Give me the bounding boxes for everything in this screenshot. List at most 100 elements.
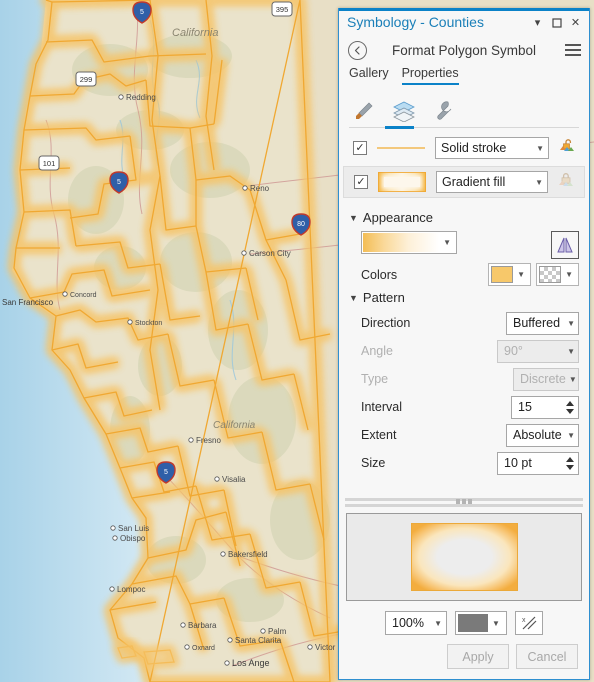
chevron-down-icon: ▼ [536, 143, 544, 153]
primary-color-swatch [491, 266, 514, 283]
svg-text:5: 5 [140, 9, 144, 16]
svg-text:Palm: Palm [268, 627, 287, 636]
secondary-color-swatch [539, 266, 562, 283]
panel-dropdown-icon[interactable]: ▾ [528, 13, 547, 32]
symbol-icon-tabs [339, 92, 589, 130]
cancel-button[interactable]: Cancel [516, 644, 578, 669]
flip-ramp-button[interactable] [551, 231, 579, 259]
svg-text:Concord: Concord [70, 292, 97, 299]
direction-dropdown[interactable]: Buffered ▼ [506, 311, 579, 335]
color-locked-icon[interactable] [556, 171, 576, 193]
field-label-size: Size [361, 456, 386, 470]
layers-icon[interactable] [391, 98, 417, 124]
interval-stepper[interactable]: 15 [511, 395, 579, 419]
svg-text:101: 101 [43, 159, 56, 168]
chevron-down-icon: ▼ [443, 238, 451, 247]
preview-background-swatch [458, 614, 489, 632]
pattern-field-direction: Direction Buffered ▼ [339, 309, 589, 337]
panel-maximize-icon[interactable] [547, 13, 566, 32]
color-unlocked-icon[interactable] [557, 137, 577, 159]
svg-text:Los Ange: Los Ange [232, 658, 270, 668]
chevron-down-icon: ▼ [434, 618, 443, 628]
layer-row-stroke[interactable]: ✓ Solid stroke ▼ [343, 132, 585, 164]
tab-gallery[interactable]: Gallery [349, 66, 389, 85]
color-ramp-dropdown[interactable]: ▼ [361, 231, 457, 254]
svg-text:Carson City: Carson City [249, 249, 291, 258]
pattern-section-header[interactable]: ▼ Pattern [339, 286, 589, 309]
field-label-direction: Direction [361, 316, 411, 330]
svg-text:San Luis: San Luis [118, 524, 149, 533]
preview-zoom-dropdown[interactable]: 100% ▼ [385, 611, 448, 635]
pattern-field-size: Size 10 pt [339, 449, 589, 477]
map-label: Carson City [241, 249, 291, 258]
hamburger-menu-icon[interactable] [565, 41, 581, 59]
color-ramp-row: ▼ [339, 229, 589, 259]
type-dropdown: Discrete ▼ [513, 367, 579, 391]
svg-text:Stockton: Stockton [135, 320, 162, 327]
field-label-extent: Extent [361, 428, 397, 442]
pattern-section-label: Pattern [362, 290, 405, 305]
route-shield-icon: 299 [75, 71, 97, 87]
layer-visibility-checkbox[interactable]: ✓ [353, 141, 367, 155]
back-arrow-icon[interactable] [348, 40, 367, 60]
primary-color-picker[interactable]: ▼ [488, 263, 532, 286]
symbol-preview-polygon [410, 523, 518, 591]
svg-text:x: x [522, 617, 526, 624]
dialog-actions: Apply Cancel [339, 635, 589, 679]
stroke-type-value: Solid stroke [441, 141, 507, 155]
pattern-fields: Direction Buffered ▼ Angle 90° ▼ Type Discrete ▼… [339, 309, 589, 477]
map-label: Los Ange [224, 658, 270, 668]
panel-splitter[interactable] [345, 495, 583, 511]
type-value: Discrete [520, 372, 566, 386]
svg-text:5: 5 [164, 469, 168, 476]
secondary-color-picker[interactable]: ▼ [536, 263, 579, 286]
stroke-preview-swatch [375, 137, 427, 159]
no-color-button[interactable]: x [514, 611, 543, 635]
svg-text:Reno: Reno [250, 184, 270, 193]
direction-value: Buffered [513, 316, 561, 330]
symbology-panel: Symbology - Counties ▾ ✕ Format Polygon … [338, 8, 590, 680]
size-stepper[interactable]: 10 pt [497, 451, 579, 475]
structure-wrench-icon[interactable] [431, 98, 457, 124]
angle-value: 90° [504, 344, 523, 358]
appearance-section-header[interactable]: ▼ Appearance [339, 206, 589, 229]
layer-row-fill[interactable]: ✓ Gradient fill ▼ [343, 166, 585, 198]
svg-text:Oxnard: Oxnard [192, 645, 215, 652]
map-label: California [172, 27, 218, 39]
fill-preview-swatch [376, 171, 428, 193]
field-label-interval: Interval [361, 400, 402, 414]
stroke-type-dropdown[interactable]: Solid stroke ▼ [435, 137, 549, 159]
chevron-down-icon: ▼ [349, 292, 358, 303]
map-label: Bakersfield [220, 550, 268, 559]
preview-controls: 100% ▼ ▼ x [339, 601, 589, 635]
colors-row: Colors ▼ ▼ [339, 259, 589, 286]
svg-text:Santa Clarita: Santa Clarita [235, 636, 282, 645]
chevron-down-icon: ▼ [567, 346, 575, 356]
svg-text:Redding: Redding [126, 93, 156, 102]
size-spinner[interactable] [562, 453, 578, 474]
route-shield-icon: 395 [271, 1, 293, 17]
colors-label: Colors [361, 267, 398, 282]
route-shield-icon: 101 [38, 155, 60, 171]
map-label: California [213, 420, 256, 431]
svg-text:Barbara: Barbara [188, 621, 217, 630]
fill-type-dropdown[interactable]: Gradient fill ▼ [436, 171, 548, 193]
pattern-field-interval: Interval 15 [339, 393, 589, 421]
angle-dropdown: 90° ▼ [497, 339, 579, 363]
symbol-brush-icon[interactable] [351, 98, 377, 124]
svg-text:Obispo: Obispo [120, 534, 146, 543]
preview-background-color-picker[interactable]: ▼ [455, 611, 507, 635]
extent-value: Absolute [513, 428, 562, 442]
interval-spinner[interactable] [562, 397, 578, 418]
chevron-down-icon: ▼ [568, 374, 577, 384]
svg-text:Lompoc: Lompoc [117, 585, 145, 594]
field-label-type: Type [361, 372, 389, 386]
panel-close-icon[interactable]: ✕ [566, 13, 585, 32]
svg-text:Victor: Victor [315, 643, 336, 652]
extent-dropdown[interactable]: Absolute ▼ [506, 423, 579, 447]
tab-properties[interactable]: Properties [401, 66, 459, 85]
svg-text:California: California [213, 420, 256, 431]
apply-button[interactable]: Apply [447, 644, 509, 669]
layer-visibility-checkbox[interactable]: ✓ [354, 175, 368, 189]
symbol-preview-pane [346, 513, 582, 601]
